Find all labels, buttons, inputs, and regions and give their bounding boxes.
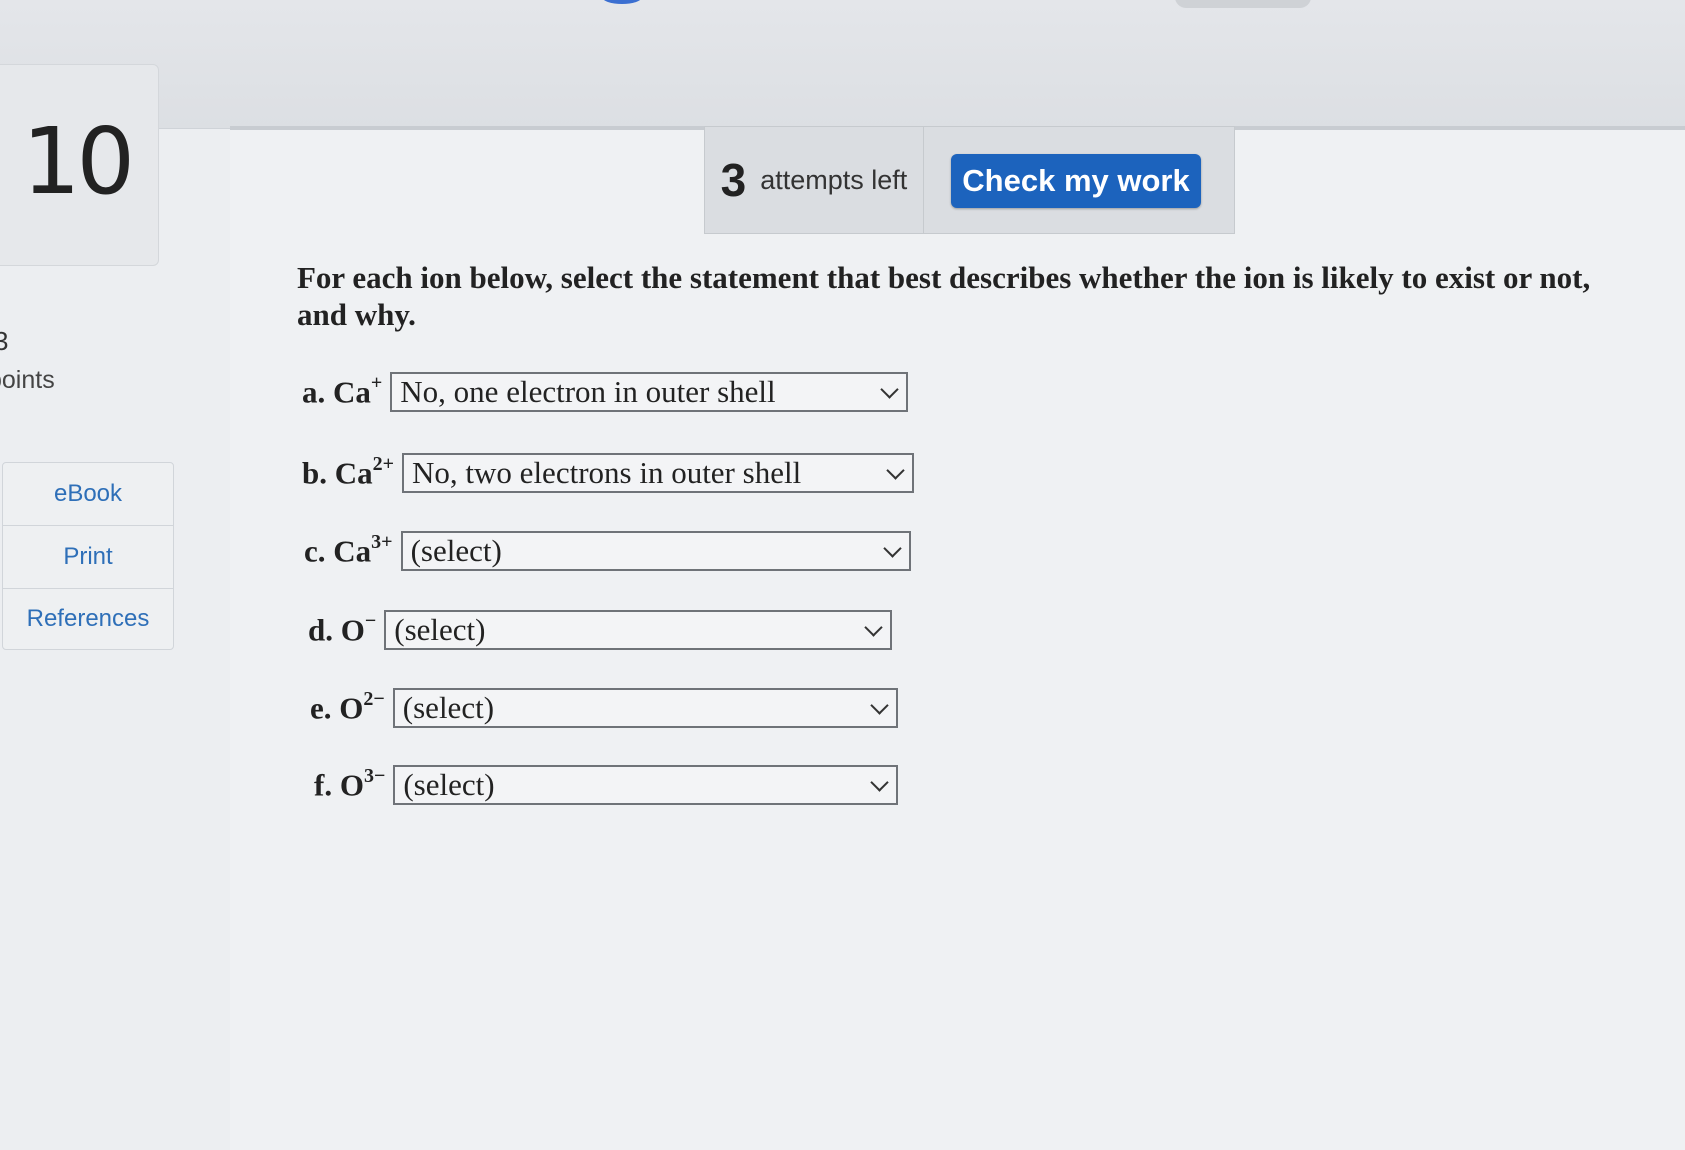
- selected-value: No, one electron in outer shell: [400, 374, 776, 409]
- question-item-b: b. Ca2+ No, two electrons in outer shell: [302, 452, 915, 493]
- chevron-down-icon: [864, 618, 883, 637]
- question-item-d: d. O− (select): [308, 609, 893, 650]
- selected-value: (select): [402, 690, 495, 725]
- ion-label: c. Ca3+: [304, 530, 393, 569]
- top-header-band: [0, 0, 1685, 129]
- chevron-down-icon: [882, 539, 902, 558]
- attempts-count: 3: [720, 154, 747, 206]
- ebook-button[interactable]: eBook: [3, 463, 173, 526]
- attempts-indicator: 3 attempts left: [704, 126, 924, 234]
- selected-value: No, two electrons in outer shell: [412, 455, 802, 490]
- question-item-a: a. Ca+ No, one electron in outer shell: [302, 371, 909, 412]
- selected-value: (select): [403, 767, 495, 802]
- chevron-down-icon: [886, 461, 905, 480]
- attempts-label: attempts left: [760, 164, 908, 195]
- chevron-down-icon: [870, 773, 890, 792]
- check-work-container: Check my work: [923, 126, 1235, 234]
- header-pill: [1175, 0, 1311, 8]
- ion-b-select[interactable]: No, two electrons in outer shell: [402, 453, 915, 493]
- ion-label: d. O−: [308, 609, 377, 648]
- ion-a-select[interactable]: No, one electron in outer shell: [390, 372, 909, 412]
- selected-value: (select): [410, 533, 502, 568]
- question-item-f: f. O3− (select): [314, 764, 899, 805]
- question-item-e: e. O2− (select): [310, 688, 898, 728]
- references-button[interactable]: References: [3, 589, 173, 649]
- print-button[interactable]: Print: [3, 526, 173, 589]
- resource-buttons: eBook Print References: [2, 462, 174, 650]
- points-label: points: [0, 366, 55, 394]
- question-number: 10: [22, 108, 135, 215]
- ion-label: e. O2−: [310, 687, 385, 726]
- ion-e-select[interactable]: (select): [392, 688, 898, 728]
- selected-value: (select): [394, 612, 486, 647]
- question-item-c: c. Ca3+ (select): [304, 531, 911, 571]
- points-value: 3: [0, 326, 9, 356]
- ion-label: f. O3−: [314, 764, 386, 803]
- check-my-work-button[interactable]: Check my work: [951, 154, 1201, 208]
- chevron-down-icon: [880, 380, 899, 399]
- ion-label: b. Ca2+: [302, 452, 395, 491]
- ion-f-select[interactable]: (select): [393, 765, 899, 805]
- ion-d-select[interactable]: (select): [384, 610, 893, 650]
- chevron-down-icon: [870, 696, 889, 715]
- ion-label: a. Ca+: [302, 371, 383, 410]
- question-prompt: For each ion below, select the statement…: [297, 260, 1591, 332]
- ion-c-select[interactable]: (select): [400, 531, 911, 571]
